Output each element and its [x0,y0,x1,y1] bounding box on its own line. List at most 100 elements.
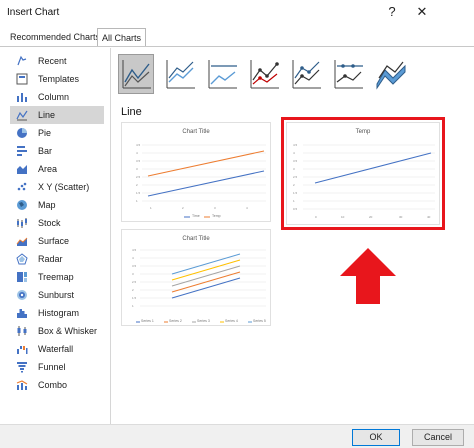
sidebar-item-label: Surface [38,236,70,246]
sidebar-item-label: Pie [38,128,52,138]
tab-divider [0,46,474,47]
help-button[interactable]: ? [382,3,402,21]
bar-icon [17,146,27,156]
stacked-line-subtype-icon [166,60,195,89]
stock-icon [17,218,27,228]
svg-text:4: 4 [132,256,134,260]
sidebar-item-label: Box & Whisker [38,326,98,336]
svg-text:4: 4 [246,206,248,210]
sidebar-item-treemap[interactable]: Treemap [10,268,104,286]
preview-multi-line-chart-plot: 4.5 4 3.5 3 2.5 2 1.5 1 [132,248,266,323]
legend-item: Time [192,214,200,218]
sunburst-icon [17,290,27,300]
chart-type-list: Recent Templates Column Line Pie Bar Are… [10,52,104,394]
svg-text:1.5: 1.5 [136,191,141,195]
svg-text:1: 1 [150,206,152,210]
svg-text:2: 2 [132,288,134,292]
sidebar-item-label: Line [38,110,56,120]
sidebar-item-surface[interactable]: Surface [10,232,104,250]
tab-all-charts[interactable]: All Charts [97,28,147,47]
red-up-arrow [340,248,396,304]
cancel-button[interactable]: Cancel [412,429,464,446]
svg-text:4.5: 4.5 [132,248,137,252]
panel-divider [110,48,111,424]
sidebar-item-radar[interactable]: Radar [10,250,104,268]
sidebar-item-combo[interactable]: Combo [10,376,104,394]
subtype-stacked-line-markers[interactable] [288,54,324,94]
sidebar-item-label: Radar [38,254,63,264]
percent-stacked-line-markers-subtype-icon [334,60,363,89]
combo-icon [16,380,28,390]
sidebar-item-line[interactable]: Line [10,106,104,124]
sidebar-item-pie[interactable]: Pie [10,124,104,142]
sidebar-item-scatter[interactable]: X Y (Scatter) [10,178,104,196]
sidebar-item-templates[interactable]: Templates [10,70,104,88]
legend-item: Series 1 [141,319,154,323]
subtype-100-stacked-line[interactable] [204,54,240,94]
svg-text:3: 3 [214,206,216,210]
svg-text:3: 3 [136,167,138,171]
subtype-stacked-line[interactable] [162,54,198,94]
svg-text:1.5: 1.5 [132,296,137,300]
line-icon [16,110,28,121]
highlight-box [281,117,445,230]
legend-item: Series 2 [169,319,182,323]
sidebar-item-column[interactable]: Column [10,88,104,106]
svg-text:1: 1 [136,199,138,203]
close-button[interactable]: ✕ [412,3,432,21]
window-title: Insert Chart [7,7,60,18]
sidebar-item-histogram[interactable]: Histogram [10,304,104,322]
tab-strip: Recommended Charts All Charts [0,28,474,47]
3d-line-subtype-icon [376,61,406,90]
svg-text:2.5: 2.5 [136,175,141,179]
svg-text:1: 1 [132,304,134,308]
sidebar-item-stock[interactable]: Stock [10,214,104,232]
legend-item: Series 3 [197,319,210,323]
sidebar-item-area[interactable]: Area [10,160,104,178]
sidebar-item-bar[interactable]: Bar [10,142,104,160]
svg-text:3.5: 3.5 [132,264,137,268]
legend-item: Series 5 [253,319,266,323]
sidebar-item-label: Histogram [38,308,80,318]
sidebar-item-sunburst[interactable]: Sunburst [10,286,104,304]
tab-recommended-charts[interactable]: Recommended Charts [6,28,104,46]
preview-line-chart[interactable]: Chart Title 4.5 4 3.5 3 2.5 2 1.5 1 1234 Time T… [121,122,271,222]
sidebar-item-map[interactable]: Map [10,196,104,214]
svg-text:2.5: 2.5 [132,280,137,284]
legend-item: Temp [212,214,221,218]
subtype-line[interactable] [118,54,154,94]
dialog-footer: OK Cancel [0,424,474,448]
sidebar-item-box-whisker[interactable]: Box & Whisker [10,322,104,340]
svg-text:3: 3 [132,272,134,276]
sidebar-item-funnel[interactable]: Funnel [10,358,104,376]
ok-button[interactable]: OK [352,429,400,446]
sidebar-item-label: Column [38,92,70,102]
sidebar-item-label: Combo [38,380,68,390]
treemap-icon [17,272,27,282]
subtype-3d-line[interactable] [372,54,408,94]
radar-icon [16,253,28,265]
sidebar-item-recent[interactable]: Recent [10,52,104,70]
recent-icon [17,55,27,66]
sidebar-item-label: Treemap [38,272,74,282]
section-title: Line [121,106,142,118]
preview-line-chart-plot: 4.5 4 3.5 3 2.5 2 1.5 1 1 2 3 4 [136,143,266,218]
sidebar-item-waterfall[interactable]: Waterfall [10,340,104,358]
subtype-100-stacked-line-markers[interactable] [330,54,366,94]
svg-text:4.5: 4.5 [136,143,141,147]
sidebar-item-label: Templates [38,74,80,84]
sidebar-item-label: Waterfall [38,344,74,354]
sidebar-item-label: Map [38,200,56,210]
stacked-line-markers-subtype-icon [292,60,321,89]
pie-icon [17,128,27,138]
templates-icon [16,73,28,85]
waterfall-icon [17,346,28,354]
svg-text:4: 4 [136,151,138,155]
line-subtype-icon [122,60,151,89]
legend-item: Series 4 [225,319,238,323]
subtype-line-markers[interactable] [246,54,282,94]
map-icon [17,200,27,210]
column-icon [17,93,27,102]
preview-multi-line-chart[interactable]: Chart Title 4.5 4 3.5 3 2.5 2 1.5 1 Series 1 Se… [121,229,271,326]
sidebar-item-label: X Y (Scatter) [38,182,90,192]
